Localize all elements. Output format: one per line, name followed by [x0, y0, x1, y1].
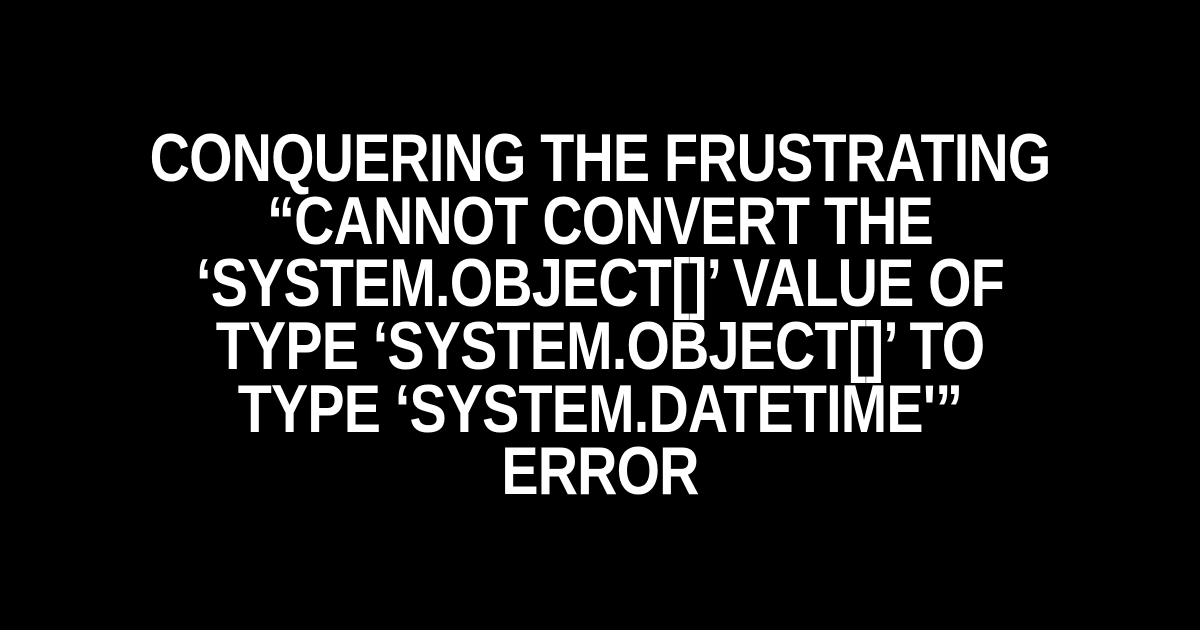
title-container: CONQUERING THE FRUSTRATING “CANNOT CONVE…	[0, 127, 1200, 502]
page-title: CONQUERING THE FRUSTRATING “CANNOT CONVE…	[141, 127, 1059, 502]
